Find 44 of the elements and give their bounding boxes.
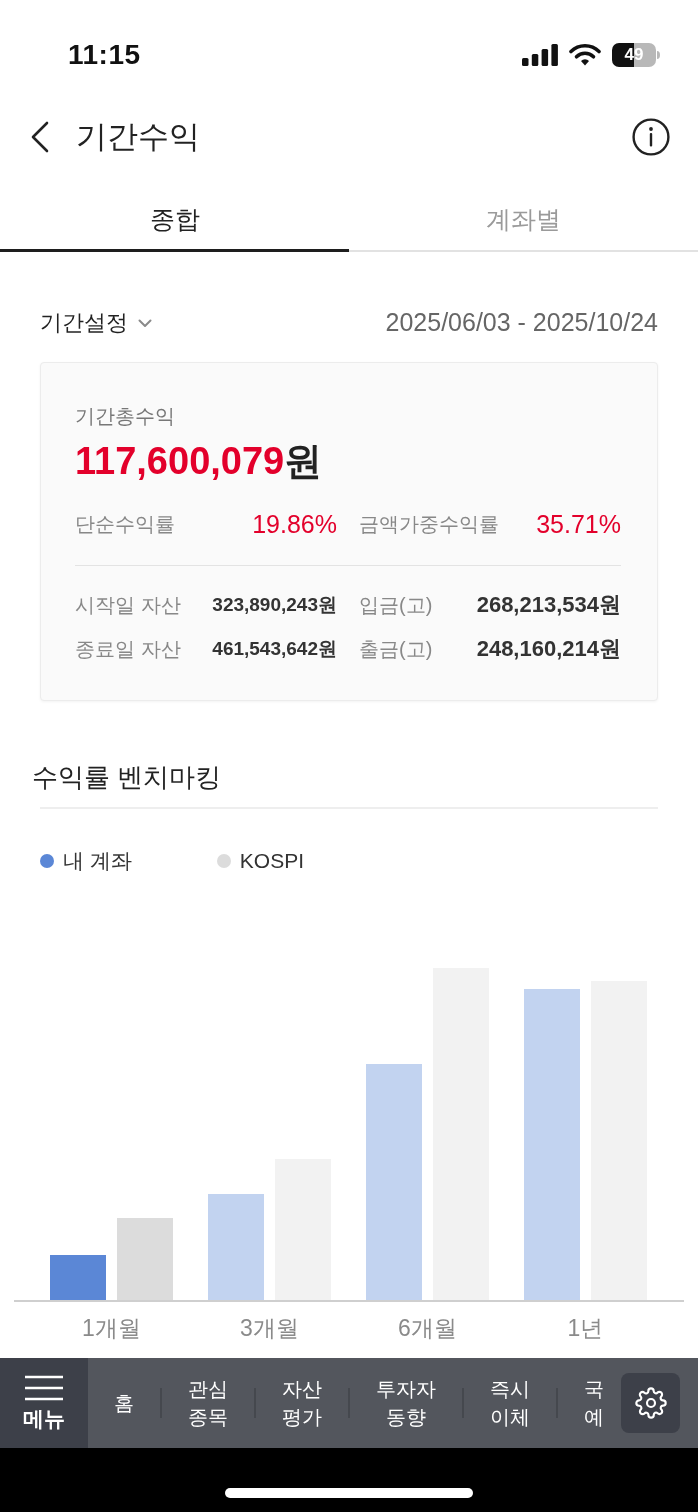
chevron-down-icon [138, 318, 152, 328]
nav-item[interactable]: 관심 종목 [162, 1375, 255, 1431]
asset-value: 268,213,534원 [476, 591, 621, 619]
signal-icon [522, 43, 558, 66]
tab[interactable]: 종합 [0, 202, 349, 252]
asset-label: 시작일 자산 [75, 593, 181, 618]
battery-cap-icon [657, 50, 660, 59]
legend-label: KOSPI [239, 848, 305, 874]
rate-label: 단순수익률 [75, 512, 175, 537]
asset-label: 출금(고) [359, 637, 433, 662]
asset-label: 종료일 자산 [75, 637, 181, 662]
category-label: 1개월 [82, 1315, 141, 1341]
rate-value: 19.86% [252, 509, 337, 540]
back-button[interactable] [30, 121, 50, 153]
status-time: 11:15 [68, 37, 141, 72]
total-profit-amount: 117,600,079원 [75, 439, 324, 484]
rate-value: 35.71% [536, 509, 621, 540]
page-title: 기간수익 [76, 118, 200, 156]
menu-icon [25, 1375, 64, 1402]
nav-item[interactable]: 투자자 동향 [350, 1375, 463, 1431]
total-profit-label: 기간총수익 [75, 404, 176, 429]
asset-value: 248,160,214원 [476, 635, 621, 663]
nav-item[interactable]: 국 예 [558, 1375, 615, 1431]
settings-icon [634, 1387, 667, 1419]
category-label: 1년 [567, 1315, 604, 1341]
category-label: 6개월 [398, 1315, 457, 1341]
asset-label: 입금(고) [359, 593, 433, 618]
asset-value: 323,890,243원 [212, 593, 337, 617]
settings-button[interactable] [621, 1373, 680, 1433]
asset-value: 461,543,642원 [212, 637, 337, 661]
legend-label: 내 계좌 [63, 848, 132, 874]
date-range: 2025/06/03 - 2025/10/24 [385, 307, 658, 339]
info-button[interactable] [632, 118, 670, 156]
period-dropdown[interactable]: 기간설정 [40, 312, 152, 334]
chevron-left-icon [30, 121, 50, 153]
menu-button[interactable]: 메뉴 [0, 1358, 89, 1448]
wifi-icon [569, 43, 601, 66]
rate-label: 금액가중수익률 [359, 512, 499, 537]
info-icon [632, 118, 670, 156]
nav-item[interactable]: 홈 [88, 1389, 161, 1417]
nav-item[interactable]: 자산 평가 [256, 1375, 349, 1431]
section-title: 수익률 벤치마킹 [32, 761, 223, 794]
category-label: 3개월 [240, 1315, 299, 1341]
nav-item[interactable]: 즉시 이체 [464, 1375, 557, 1431]
